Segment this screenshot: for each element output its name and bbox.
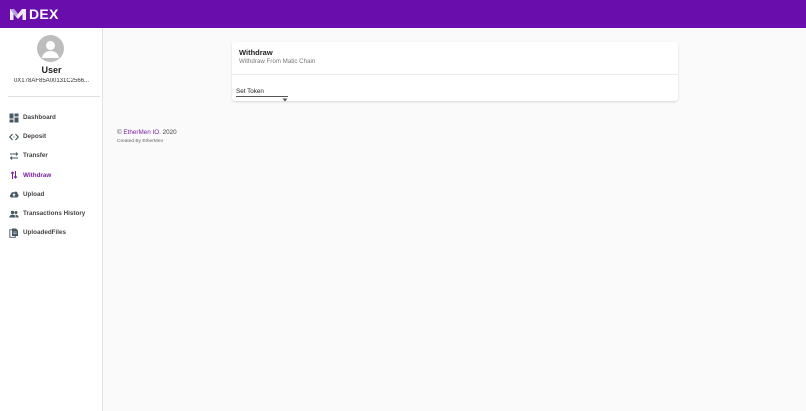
people-icon <box>9 209 19 219</box>
footer-credit: Created By EtherMen <box>117 139 164 144</box>
sidebar-item-label: UploadedFiles <box>23 229 67 237</box>
sidebar-item-label: Dashboard <box>23 114 56 122</box>
token-select[interactable]: Set Token <box>236 86 288 102</box>
dashboard-icon <box>9 113 19 123</box>
caret-down-icon <box>282 89 288 102</box>
sidebar-nav: Dashboard Deposit Transfer Withdraw Uplo… <box>0 108 103 242</box>
sidebar-item-uploaded-files[interactable]: UploadedFiles <box>0 223 103 242</box>
sidebar-item-dashboard[interactable]: Dashboard <box>0 108 103 127</box>
swap-arrows-icon <box>9 151 19 161</box>
avatar[interactable] <box>37 35 64 62</box>
sidebar-item-label: Transactions History <box>23 210 86 218</box>
token-select-value: Set Token <box>236 87 264 95</box>
m-logo-icon[interactable] <box>9 7 27 21</box>
sidebar-item-label: Deposit <box>23 133 47 141</box>
sidebar-divider <box>8 96 100 97</box>
sidebar-item-transactions-history[interactable]: Transactions History <box>0 204 103 223</box>
user-name: User <box>41 65 62 75</box>
card-subtitle: Withdraw From Matic Chain <box>239 58 316 65</box>
withdraw-card: Withdraw Withdraw From Matic Chain Set T… <box>232 42 678 102</box>
sidebar-item-deposit[interactable]: Deposit <box>0 127 103 146</box>
sidebar-item-withdraw[interactable]: Withdraw <box>0 166 103 185</box>
sidebar-item-label: Transfer <box>23 152 48 160</box>
card-title: Withdraw <box>239 48 273 57</box>
card-divider <box>232 74 678 75</box>
user-address: 0X178AF85A00131C2566... <box>13 78 90 84</box>
top-app-bar: DEX <box>0 0 806 28</box>
footer-copyright: © EtherMen IO. 2020 <box>117 129 177 136</box>
withdraw-arrows-icon <box>9 170 19 180</box>
sidebar-item-transfer[interactable]: Transfer <box>0 146 103 165</box>
copyright-year: 2020 <box>160 129 177 136</box>
files-icon <box>9 228 19 238</box>
cloud-upload-icon <box>9 189 19 199</box>
sidebar: User 0X178AF85A00131C2566... Dashboard D… <box>0 28 103 411</box>
sidebar-item-upload[interactable]: Upload <box>0 185 103 204</box>
ethermen-link[interactable]: EtherMen IO. <box>123 129 160 136</box>
user-avatar-icon <box>42 41 59 58</box>
sidebar-item-label: Upload <box>23 190 45 198</box>
code-arrows-icon <box>9 132 19 142</box>
brand-name[interactable]: DEX <box>29 6 59 22</box>
sidebar-item-label: Withdraw <box>23 171 52 179</box>
